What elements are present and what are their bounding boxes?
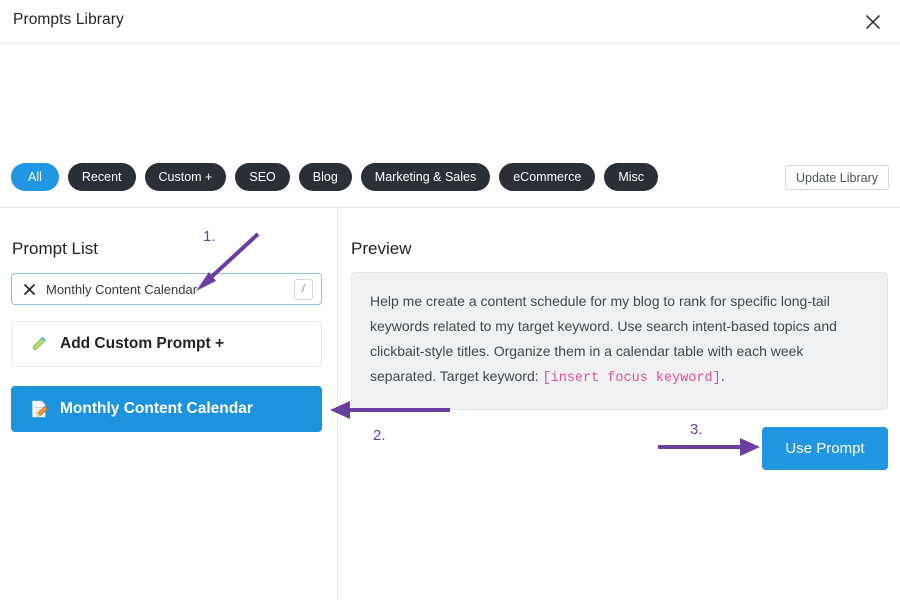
test-tube-icon	[28, 334, 50, 354]
filter-pill-ecommerce[interactable]: eCommerce	[499, 163, 596, 191]
preview-pane: Preview Help me create a content schedul…	[338, 208, 900, 600]
filter-pill-seo[interactable]: SEO	[235, 163, 290, 191]
close-icon	[864, 13, 882, 31]
prompt-keyword-placeholder: [insert focus keyword]	[542, 371, 721, 386]
search-input[interactable]	[42, 281, 294, 297]
filter-pill-recent[interactable]: Recent	[67, 163, 136, 191]
filter-pill-row: All Recent Custom + SEO Blog Marketing &…	[11, 163, 659, 191]
list-item[interactable]: Monthly Content Calendar	[11, 386, 322, 432]
filter-pill-blog[interactable]: Blog	[298, 163, 352, 191]
add-custom-prompt-button[interactable]: Add Custom Prompt +	[11, 321, 322, 367]
add-custom-prompt-label: Add Custom Prompt +	[60, 335, 225, 352]
list-item-label: Monthly Content Calendar	[60, 400, 253, 417]
prompt-list-title: Prompt List	[12, 239, 98, 258]
annotation-label-3: 3.	[690, 421, 703, 438]
search-shortcut-key: /	[294, 278, 313, 300]
filter-pill-misc[interactable]: Misc	[604, 163, 659, 191]
page-title: Prompts Library	[13, 11, 124, 28]
filter-pill-marketing-sales[interactable]: Marketing & Sales	[360, 163, 491, 191]
search-field[interactable]: /	[11, 273, 322, 305]
prompt-preview-text: Help me create a content schedule for my…	[351, 272, 888, 410]
filter-pill-all[interactable]: All	[11, 163, 59, 191]
annotation-label-1: 1.	[203, 228, 216, 245]
use-prompt-button[interactable]: Use Prompt	[762, 427, 888, 470]
window-titlebar: Prompts Library	[0, 0, 900, 44]
close-button[interactable]	[856, 5, 890, 39]
search-clear-icon[interactable]	[16, 274, 42, 304]
prompt-text-tail: .	[720, 368, 725, 384]
filter-pill-custom[interactable]: Custom +	[144, 163, 227, 191]
preview-title: Preview	[351, 239, 412, 258]
prompt-list-pane: Prompt List / Add Custom Prompt +	[0, 208, 337, 600]
annotation-label-2: 2.	[373, 427, 386, 444]
memo-pencil-icon	[28, 399, 50, 419]
update-library-button[interactable]: Update Library	[785, 165, 889, 190]
